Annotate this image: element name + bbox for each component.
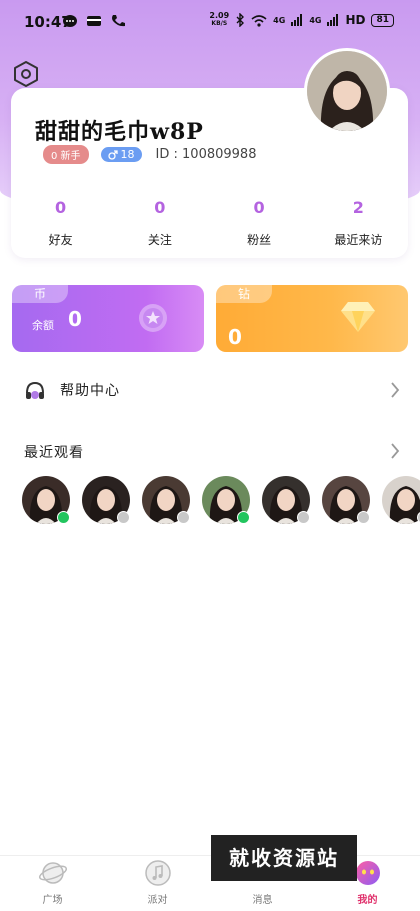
stat-value: 0 — [55, 198, 67, 217]
recent-viewed-item[interactable] — [142, 476, 190, 524]
help-center-label: 帮助中心 — [60, 383, 120, 399]
stat-label: 最近来访 — [334, 233, 383, 247]
hd-label: HD — [345, 13, 366, 27]
profile-badges: 0 新手 18 ID : 100809988 — [43, 145, 256, 164]
network-speed: 2.09 KB/S — [209, 12, 229, 28]
chevron-right-icon — [391, 382, 400, 398]
speed-unit: KB/S — [211, 20, 228, 27]
headset-icon — [26, 381, 44, 399]
watermark-overlay: 就收资源站 — [211, 835, 357, 881]
signal-icon-2 — [327, 14, 339, 26]
coin-star-icon — [139, 304, 167, 332]
recent-viewed-list — [22, 476, 420, 524]
diamond-balance-value: 0 — [228, 325, 242, 349]
diamond-balance-card[interactable]: 钻 0 — [216, 285, 408, 352]
stat-following[interactable]: 0 关注 — [110, 198, 209, 248]
recent-avatar — [382, 476, 420, 524]
coin-balance-card[interactable]: 币 余额 0 — [12, 285, 204, 352]
newbie-badge: 0 新手 — [43, 145, 89, 164]
chat-bubble-icon — [63, 15, 77, 27]
recent-viewed-item[interactable] — [382, 476, 420, 524]
call-icon — [112, 15, 125, 27]
male-icon — [107, 149, 118, 160]
stat-label: 粉丝 — [247, 233, 272, 247]
signal-icon — [291, 14, 303, 26]
coin-tag: 币 — [12, 285, 68, 303]
bottom-navigation: 广场 派对 消息 我的 — [0, 855, 420, 911]
nav-label: 我的 — [357, 895, 378, 906]
nav-plaza[interactable]: 广场 — [0, 856, 105, 911]
recent-viewed-item[interactable] — [262, 476, 310, 524]
signal1-label: 4G — [273, 15, 286, 25]
stat-recent-visitors[interactable]: 2 最近来访 — [309, 198, 408, 248]
stat-value: 0 — [154, 198, 166, 217]
user-id: ID : 100809988 — [155, 147, 257, 162]
coin-balance-label: 余额 — [32, 319, 54, 332]
stat-value: 0 — [253, 198, 265, 217]
gender-age-badge: 18 — [100, 147, 142, 162]
nav-label: 派对 — [147, 895, 168, 906]
status-bar: 10:47 2.09 KB/S 4G 4G HD 81 — [0, 0, 420, 46]
recent-viewed-title: 最近观看 — [24, 445, 84, 461]
recent-viewed-item[interactable] — [322, 476, 370, 524]
signal2-label: 4G — [309, 15, 322, 25]
stat-label: 关注 — [147, 233, 172, 247]
diamond-icon — [341, 302, 375, 332]
recent-viewed-item[interactable] — [202, 476, 250, 524]
help-center-row[interactable]: 帮助中心 — [0, 370, 420, 410]
recent-viewed-more-icon[interactable] — [390, 443, 400, 459]
music-note-icon — [144, 860, 171, 886]
stat-fans[interactable]: 0 粉丝 — [210, 198, 309, 248]
nav-label: 消息 — [252, 895, 273, 906]
card-icon — [87, 16, 101, 26]
bluetooth-icon — [236, 13, 245, 27]
wifi-icon — [251, 14, 267, 27]
age-value: 18 — [120, 148, 135, 161]
recent-viewed-item[interactable] — [82, 476, 130, 524]
offline-status-dot — [297, 511, 310, 524]
avatar-photo — [307, 51, 387, 131]
profile-avatar[interactable] — [304, 48, 390, 134]
status-system-icons: 2.09 KB/S 4G 4G HD 81 — [209, 12, 394, 28]
profile-face-icon — [355, 861, 380, 885]
nav-label: 广场 — [42, 895, 63, 906]
status-notification-icons — [62, 14, 126, 28]
offline-status-dot — [177, 511, 190, 524]
profile-nickname[interactable]: 甜甜的毛巾w8P — [35, 114, 204, 146]
online-status-dot — [57, 511, 70, 524]
battery-indicator: 81 — [371, 13, 394, 27]
profile-stats: 0 好友 0 关注 0 粉丝 2 最近来访 — [11, 198, 408, 248]
offline-status-dot — [357, 511, 370, 524]
stat-value: 2 — [352, 198, 364, 217]
coin-balance-value: 0 — [68, 307, 82, 331]
stat-friends[interactable]: 0 好友 — [11, 198, 110, 248]
recent-viewed-item[interactable] — [22, 476, 70, 524]
planet-icon — [38, 862, 67, 884]
diamond-tag: 钻 — [216, 285, 272, 303]
online-status-dot — [237, 511, 250, 524]
nav-party[interactable]: 派对 — [105, 856, 210, 911]
settings-hexagon-icon[interactable] — [12, 60, 40, 88]
offline-status-dot — [117, 511, 130, 524]
speed-value: 2.09 — [209, 11, 230, 20]
stat-label: 好友 — [48, 233, 73, 247]
